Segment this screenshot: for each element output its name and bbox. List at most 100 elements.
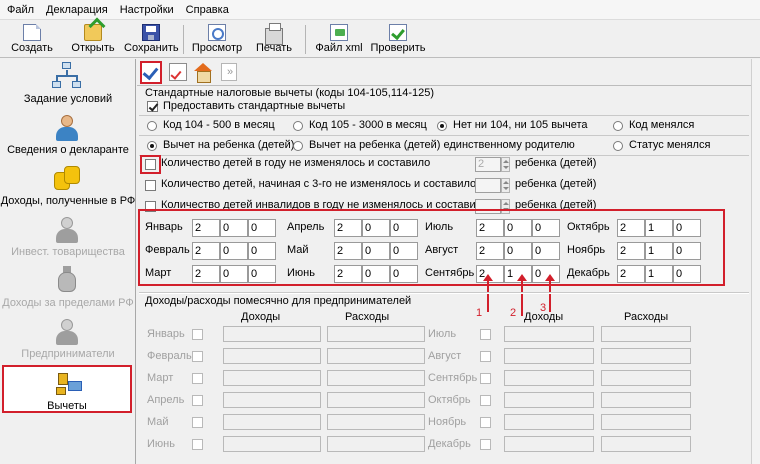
radio-code-changed[interactable] bbox=[613, 121, 623, 131]
month-children-input[interactable]: 0 bbox=[504, 219, 532, 237]
check-button[interactable]: Проверить bbox=[370, 23, 426, 56]
month-children-input[interactable]: 0 bbox=[673, 219, 701, 237]
month-children-input[interactable]: 0 bbox=[248, 219, 276, 237]
month-children-input[interactable]: 0 bbox=[390, 242, 418, 260]
sidebar-item-invest[interactable]: Инвест. товарищества bbox=[0, 215, 136, 263]
sidebar-item-income-rf[interactable]: Доходы, полученные в РФ bbox=[0, 164, 136, 212]
month-children-input[interactable]: 0 bbox=[248, 265, 276, 283]
sidebar-item-income-abroad[interactable]: Доходы за пределами РФ bbox=[0, 266, 136, 314]
radio-code105[interactable] bbox=[293, 121, 303, 131]
sidebar-item-conditions[interactable]: Задание условий bbox=[0, 62, 136, 110]
month-children-input[interactable]: 1 bbox=[645, 265, 673, 283]
sidebar-item-deductions[interactable]: Вычеты bbox=[2, 365, 132, 413]
entrepreneur-expense-input[interactable] bbox=[327, 392, 425, 408]
entrepreneur-month-checkbox[interactable] bbox=[192, 439, 203, 450]
month-children-input[interactable]: 0 bbox=[248, 242, 276, 260]
entrepreneur-income-input[interactable] bbox=[504, 370, 594, 386]
entrepreneur-expense-input[interactable] bbox=[327, 348, 425, 364]
children-unchanged-spinner[interactable] bbox=[501, 157, 510, 172]
radio-code104[interactable] bbox=[147, 121, 157, 131]
open-button[interactable]: Открыть bbox=[68, 23, 118, 56]
month-children-input[interactable]: 1 bbox=[645, 219, 673, 237]
entrepreneur-income-input[interactable] bbox=[504, 392, 594, 408]
entrepreneur-income-input[interactable] bbox=[223, 326, 321, 342]
menu-help[interactable]: Справка bbox=[179, 4, 234, 16]
entrepreneur-income-input[interactable] bbox=[223, 392, 321, 408]
vertical-scrollbar[interactable] bbox=[751, 59, 760, 464]
radio-status-changed[interactable] bbox=[613, 141, 623, 151]
entrepreneur-month-checkbox[interactable] bbox=[192, 329, 203, 340]
entrepreneur-month-checkbox[interactable] bbox=[480, 373, 491, 384]
children-third-input[interactable] bbox=[475, 178, 501, 193]
children-unchanged-input[interactable]: 2 bbox=[475, 157, 501, 172]
month-children-input[interactable]: 0 bbox=[504, 242, 532, 260]
sidebar-item-entrepreneurs[interactable]: Предприниматели bbox=[0, 317, 136, 365]
entrepreneur-income-input[interactable] bbox=[223, 370, 321, 386]
month-children-input[interactable]: 2 bbox=[617, 242, 645, 260]
entrepreneur-income-input[interactable] bbox=[504, 326, 594, 342]
month-children-input[interactable]: 0 bbox=[390, 265, 418, 283]
entrepreneur-month-checkbox[interactable] bbox=[192, 417, 203, 428]
month-children-input[interactable]: 2 bbox=[192, 242, 220, 260]
tab-property-icon[interactable] bbox=[193, 63, 213, 83]
entrepreneur-expense-input[interactable] bbox=[327, 370, 425, 386]
radio-single-parent[interactable] bbox=[293, 141, 303, 151]
month-children-input[interactable]: 2 bbox=[334, 265, 362, 283]
month-children-input[interactable]: 0 bbox=[220, 242, 248, 260]
save-button[interactable]: Сохранить bbox=[124, 23, 179, 56]
children-third-checkbox[interactable] bbox=[145, 180, 156, 191]
radio-child-deduction[interactable] bbox=[147, 141, 157, 151]
month-children-input[interactable]: 2 bbox=[617, 265, 645, 283]
entrepreneur-expense-input[interactable] bbox=[601, 370, 691, 386]
children-third-spinner[interactable] bbox=[501, 178, 510, 193]
create-button[interactable]: Создать bbox=[10, 23, 54, 56]
entrepreneur-month-checkbox[interactable] bbox=[192, 395, 203, 406]
month-children-input[interactable]: 0 bbox=[362, 242, 390, 260]
preview-button[interactable]: Просмотр bbox=[190, 23, 244, 56]
entrepreneur-expense-input[interactable] bbox=[601, 326, 691, 342]
entrepreneur-income-input[interactable] bbox=[223, 414, 321, 430]
sidebar-item-declarant[interactable]: Сведения о декларанте bbox=[0, 113, 136, 161]
month-children-input[interactable]: 2 bbox=[334, 219, 362, 237]
provide-deductions-checkbox[interactable] bbox=[147, 101, 158, 112]
tab-more-icon[interactable] bbox=[221, 63, 237, 81]
menu-settings[interactable]: Настройки bbox=[113, 4, 179, 16]
entrepreneur-month-checkbox[interactable] bbox=[192, 351, 203, 362]
month-children-input[interactable]: 2 bbox=[617, 219, 645, 237]
entrepreneur-month-checkbox[interactable] bbox=[480, 329, 491, 340]
entrepreneur-expense-input[interactable] bbox=[327, 414, 425, 430]
month-children-input[interactable]: 0 bbox=[220, 219, 248, 237]
children-unchanged-checkbox[interactable] bbox=[145, 159, 156, 170]
entrepreneur-expense-input[interactable] bbox=[327, 326, 425, 342]
month-children-input[interactable]: 2 bbox=[476, 219, 504, 237]
month-children-input[interactable]: 2 bbox=[192, 219, 220, 237]
month-children-input[interactable]: 0 bbox=[362, 219, 390, 237]
month-children-input[interactable]: 0 bbox=[390, 219, 418, 237]
entrepreneur-expense-input[interactable] bbox=[601, 392, 691, 408]
print-button[interactable]: Печать bbox=[252, 23, 296, 56]
radio-none[interactable] bbox=[437, 121, 447, 131]
entrepreneur-month-checkbox[interactable] bbox=[480, 351, 491, 362]
entrepreneur-income-input[interactable] bbox=[223, 348, 321, 364]
entrepreneur-month-checkbox[interactable] bbox=[480, 439, 491, 450]
month-children-input[interactable]: 0 bbox=[362, 265, 390, 283]
entrepreneur-expense-input[interactable] bbox=[327, 436, 425, 452]
entrepreneur-month-checkbox[interactable] bbox=[480, 417, 491, 428]
file-xml-button[interactable]: Файл xml bbox=[313, 23, 365, 56]
month-children-input[interactable]: 0 bbox=[532, 219, 560, 237]
month-children-input[interactable]: 2 bbox=[192, 265, 220, 283]
month-children-input[interactable]: 0 bbox=[220, 265, 248, 283]
entrepreneur-month-checkbox[interactable] bbox=[480, 395, 491, 406]
entrepreneur-expense-input[interactable] bbox=[601, 348, 691, 364]
tab-standard-deductions[interactable] bbox=[140, 61, 162, 84]
entrepreneur-income-input[interactable] bbox=[504, 436, 594, 452]
entrepreneur-expense-input[interactable] bbox=[601, 414, 691, 430]
month-children-input[interactable]: 2 bbox=[476, 242, 504, 260]
entrepreneur-income-input[interactable] bbox=[223, 436, 321, 452]
entrepreneur-income-input[interactable] bbox=[504, 414, 594, 430]
month-children-input[interactable]: 1 bbox=[645, 242, 673, 260]
entrepreneur-expense-input[interactable] bbox=[601, 436, 691, 452]
menu-declaration[interactable]: Декларация bbox=[39, 4, 113, 16]
month-children-input[interactable]: 0 bbox=[673, 242, 701, 260]
entrepreneur-month-checkbox[interactable] bbox=[192, 373, 203, 384]
